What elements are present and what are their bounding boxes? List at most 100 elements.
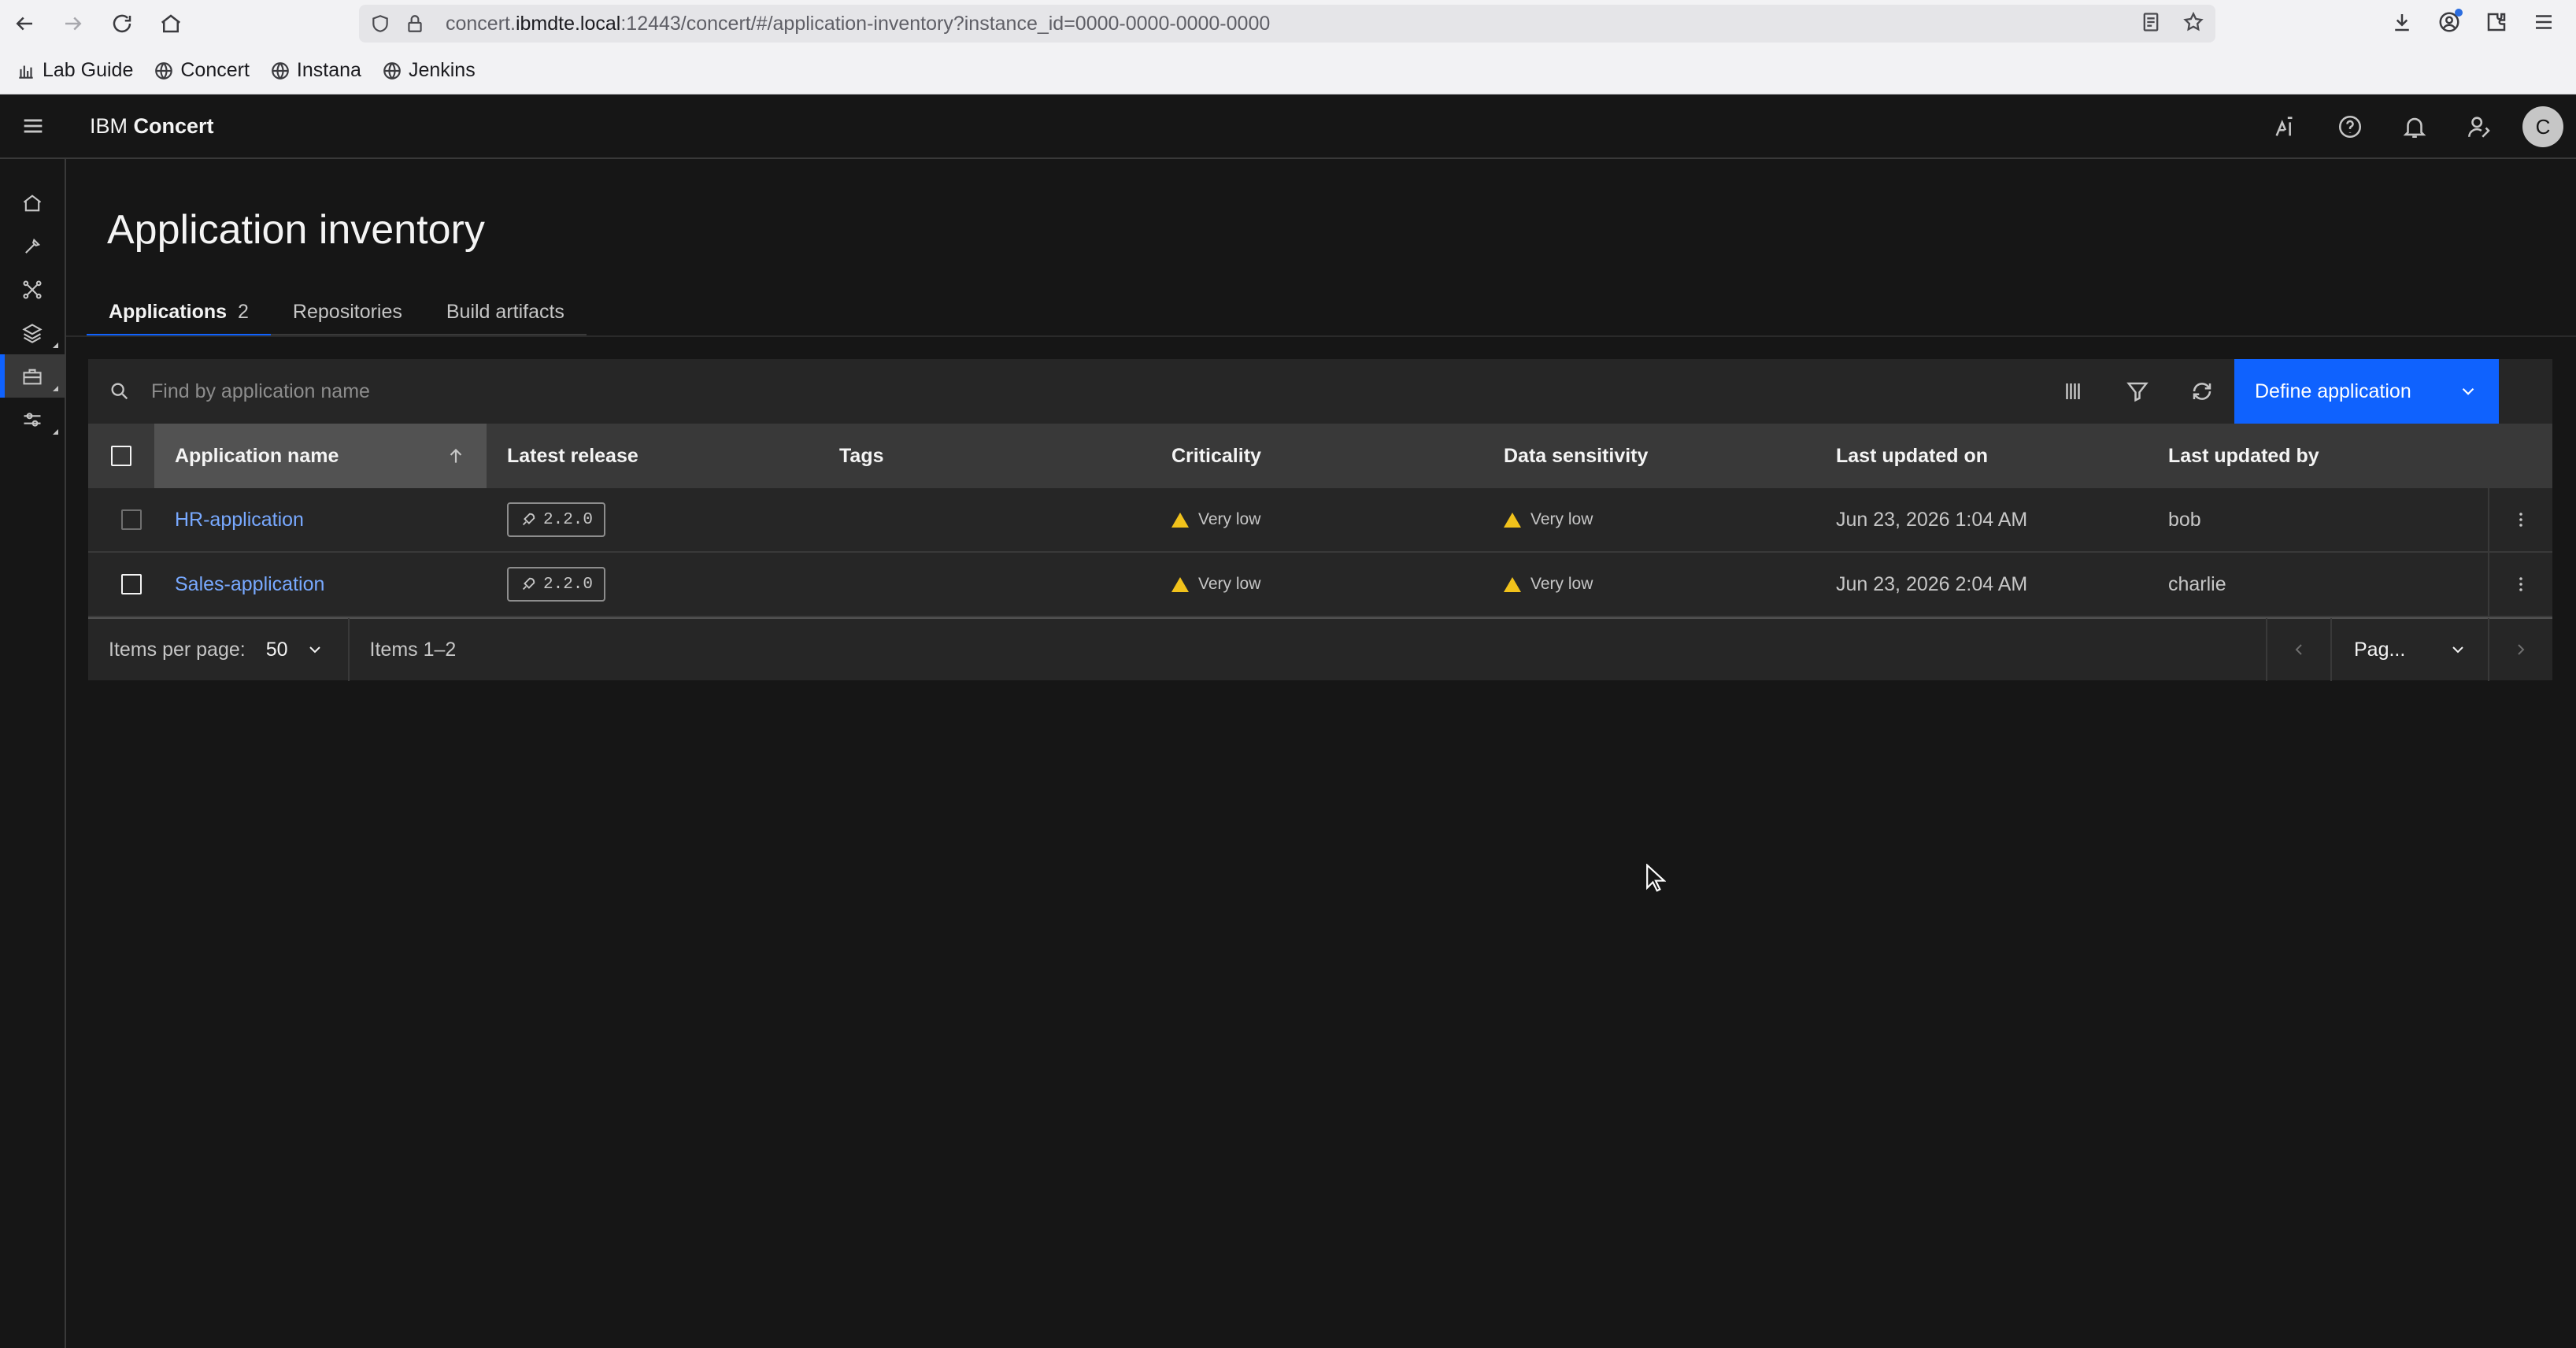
define-application-button[interactable]: Define application bbox=[2234, 359, 2499, 424]
release-tag[interactable]: 2.2.0 bbox=[507, 567, 606, 602]
items-range: Items 1–2 bbox=[369, 638, 457, 661]
application-name-cell: Sales-application bbox=[154, 553, 487, 616]
overflow-menu-icon bbox=[2519, 577, 2522, 591]
url-prefix: concert. bbox=[446, 12, 516, 35]
column-header-tags[interactable]: Tags bbox=[819, 424, 1151, 488]
side-nav-home[interactable] bbox=[0, 181, 65, 224]
side-nav-layers[interactable] bbox=[0, 311, 65, 354]
column-settings-button[interactable] bbox=[2041, 359, 2105, 424]
column-header-data-sensitivity[interactable]: Data sensitivity bbox=[1483, 424, 1815, 488]
notifications-icon[interactable] bbox=[2382, 94, 2447, 159]
row-overflow-menu[interactable] bbox=[2488, 553, 2552, 616]
account-icon[interactable] bbox=[2437, 8, 2463, 38]
bookmark-concert[interactable]: Concert bbox=[154, 59, 250, 82]
ai-assistant-icon[interactable] bbox=[2253, 94, 2318, 159]
row-checkbox[interactable] bbox=[121, 574, 142, 594]
extensions-icon[interactable] bbox=[2485, 10, 2508, 38]
updated-by-value: charlie bbox=[2168, 572, 2226, 595]
tab-list: Applications 2 Repositories Build artifa… bbox=[87, 290, 587, 337]
latest-release-cell: 2.2.0 bbox=[487, 488, 819, 551]
application-link[interactable]: HR-application bbox=[175, 509, 304, 531]
previous-page-button[interactable] bbox=[2266, 618, 2330, 681]
bookmark-jenkins[interactable]: Jenkins bbox=[382, 59, 476, 82]
submenu-indicator bbox=[53, 343, 58, 348]
application-name-cell: HR-application bbox=[154, 488, 487, 551]
items-per-page-value: 50 bbox=[265, 638, 288, 661]
chevron-left-icon bbox=[2295, 644, 2302, 655]
filter-button[interactable] bbox=[2105, 359, 2170, 424]
column-header-latest-release[interactable]: Latest release bbox=[487, 424, 819, 488]
application-link[interactable]: Sales-application bbox=[175, 573, 324, 596]
side-nav-inventory[interactable] bbox=[0, 354, 65, 398]
column-header-last-updated-on[interactable]: Last updated on bbox=[1815, 424, 2148, 488]
tab-label: Build artifacts bbox=[446, 300, 564, 323]
column-header-criticality[interactable]: Criticality bbox=[1151, 424, 1483, 488]
bookmark-star-icon[interactable] bbox=[2182, 11, 2204, 37]
sensitivity-value: Very low bbox=[1530, 510, 1593, 528]
criticality-value: Very low bbox=[1198, 510, 1261, 528]
rocket-icon bbox=[522, 577, 535, 591]
last-updated-by-cell: bob bbox=[2148, 488, 2488, 551]
bookmark-label: Instana bbox=[296, 59, 361, 81]
side-nav-settings[interactable] bbox=[0, 398, 65, 441]
table-toolbar: Define application bbox=[88, 359, 2552, 424]
tab-applications[interactable]: Applications 2 bbox=[87, 290, 271, 337]
table-row[interactable]: Sales-application 2.2.0 Very low Very lo… bbox=[88, 553, 2552, 617]
tab-repositories[interactable]: Repositories bbox=[270, 290, 424, 337]
select-all-cell bbox=[88, 424, 154, 488]
forward-icon[interactable] bbox=[49, 0, 98, 47]
hamburger-menu-icon[interactable] bbox=[0, 94, 66, 158]
search-input[interactable] bbox=[151, 359, 2041, 424]
next-page-button[interactable] bbox=[2488, 618, 2552, 681]
column-header-last-updated-by[interactable]: Last updated by bbox=[2148, 424, 2552, 488]
bookmark-lab-guide[interactable]: Lab Guide bbox=[16, 59, 133, 82]
back-icon[interactable] bbox=[0, 0, 49, 47]
url-text[interactable]: concert.ibmdte.local:12443/concert/#/app… bbox=[446, 13, 1270, 35]
tab-build-artifacts[interactable]: Build artifacts bbox=[424, 290, 587, 337]
tags-cell bbox=[819, 488, 1151, 551]
shield-icon[interactable] bbox=[367, 10, 394, 37]
table-row[interactable]: HR-application 2.2.0 Very low Very low J… bbox=[88, 488, 2552, 553]
address-bar[interactable]: concert.ibmdte.local:12443/concert/#/app… bbox=[359, 5, 2215, 43]
column-label: Data sensitivity bbox=[1504, 444, 1649, 467]
lock-icon[interactable] bbox=[402, 10, 428, 37]
column-header-application-name[interactable]: Application name bbox=[154, 424, 487, 488]
downloads-icon[interactable] bbox=[2390, 10, 2414, 38]
refresh-button[interactable] bbox=[2170, 359, 2234, 424]
chevron-down-icon bbox=[2452, 646, 2463, 654]
page-select[interactable]: Pag... bbox=[2330, 618, 2488, 681]
warning-icon bbox=[1504, 512, 1521, 528]
select-all-checkbox[interactable] bbox=[111, 446, 131, 466]
side-nav-topology[interactable] bbox=[0, 268, 65, 311]
chevron-down-icon[interactable] bbox=[2458, 359, 2478, 424]
row-checkbox[interactable] bbox=[121, 509, 142, 530]
updated-on-value: Jun 23, 2026 1:04 AM bbox=[1836, 508, 2028, 531]
avatar[interactable]: C bbox=[2522, 106, 2563, 147]
side-nav-tools[interactable] bbox=[0, 224, 65, 268]
bookmarks-bar: Lab Guide Concert Instana Jenkins bbox=[0, 47, 2576, 94]
bookmark-instana[interactable]: Instana bbox=[270, 59, 361, 82]
applications-table: Application name Latest release Tags Cri… bbox=[88, 424, 2552, 681]
reload-icon[interactable] bbox=[98, 0, 146, 47]
browser-menu-icon[interactable] bbox=[2532, 10, 2556, 38]
network-icon bbox=[23, 280, 42, 299]
user-settings-icon[interactable] bbox=[2447, 94, 2511, 159]
release-tag[interactable]: 2.2.0 bbox=[507, 502, 606, 537]
page-select-label: Pag... bbox=[2354, 638, 2406, 661]
home-icon[interactable] bbox=[146, 0, 195, 47]
app-header: IBM Concert C bbox=[0, 94, 2576, 159]
criticality-cell: Very low bbox=[1151, 553, 1483, 616]
globe-icon bbox=[155, 61, 173, 80]
product-name[interactable]: IBM Concert bbox=[90, 114, 214, 139]
row-overflow-menu[interactable] bbox=[2488, 488, 2552, 551]
sliders-icon bbox=[24, 412, 41, 427]
refresh-icon bbox=[2193, 383, 2211, 400]
mouse-cursor-icon bbox=[1646, 864, 1666, 892]
column-label: Criticality bbox=[1171, 444, 1261, 467]
row-select-cell bbox=[88, 488, 154, 551]
items-per-page-select[interactable]: 50 bbox=[266, 639, 324, 661]
help-icon[interactable] bbox=[2318, 94, 2382, 159]
criticality-cell: Very low bbox=[1151, 488, 1483, 551]
wrench-icon bbox=[25, 238, 41, 254]
reader-view-icon[interactable] bbox=[2140, 11, 2162, 37]
